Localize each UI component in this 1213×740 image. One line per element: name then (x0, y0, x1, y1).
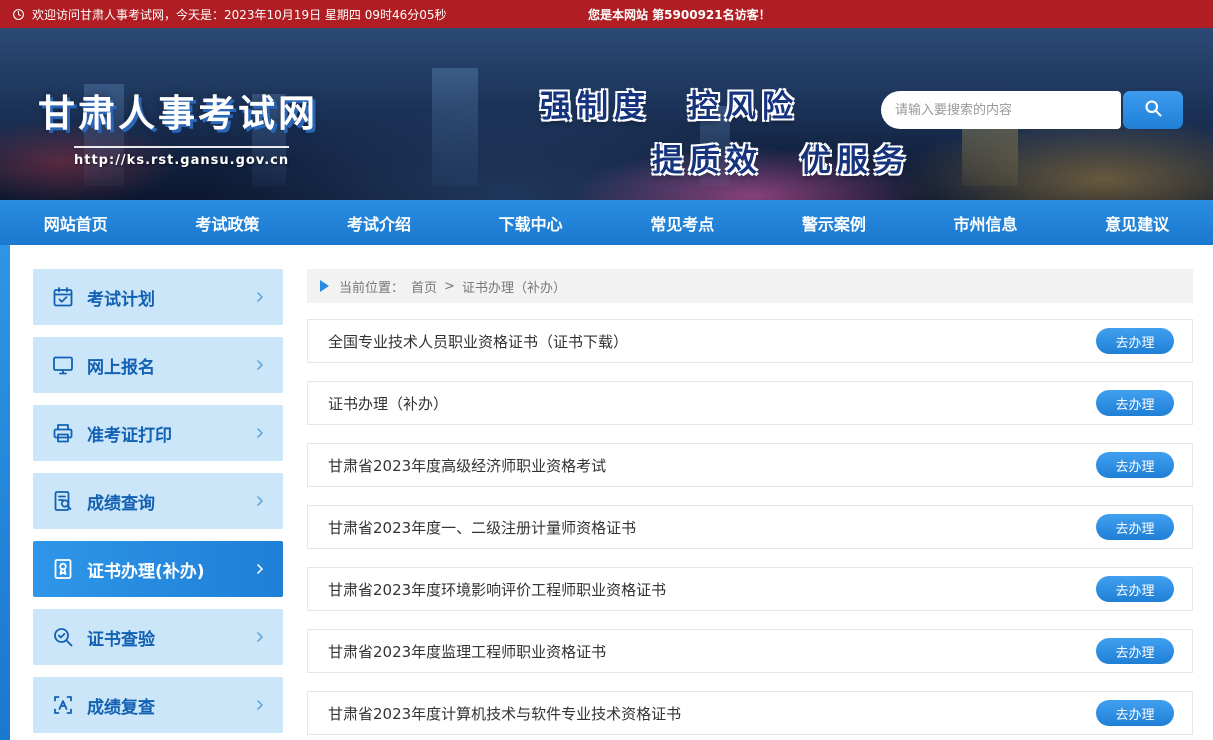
chevron-right-icon (253, 426, 267, 440)
go-handle-button[interactable]: 去办理 (1096, 452, 1174, 478)
breadcrumb-prefix: 当前位置： (339, 277, 404, 296)
list-item: 全国专业技术人员职业资格证书（证书下载）去办理 (307, 319, 1193, 363)
result-list: 全国专业技术人员职业资格证书（证书下载）去办理证书办理（补办）去办理甘肃省202… (307, 319, 1193, 735)
sidebar-item-label: 准考证打印 (87, 421, 253, 446)
go-handle-button[interactable]: 去办理 (1096, 700, 1174, 726)
sidebar-item-label: 证书查验 (87, 625, 253, 650)
list-item: 甘肃省2023年度计算机技术与软件专业技术资格证书去办理 (307, 691, 1193, 735)
nav-item-5[interactable]: 警示案例 (758, 200, 910, 245)
calendar-check-icon (51, 285, 75, 309)
slogan-line-1: 强制度 控风险 (540, 81, 911, 126)
item-title: 甘肃省2023年度监理工程师职业资格证书 (328, 641, 1096, 662)
nav-item-1[interactable]: 考试政策 (152, 200, 304, 245)
document-search-icon (51, 489, 75, 513)
item-title: 证书办理（补办） (328, 393, 1096, 414)
nav-item-7[interactable]: 意见建议 (1061, 200, 1213, 245)
sidebar-item-label: 成绩查询 (87, 489, 253, 514)
search-button[interactable] (1123, 91, 1183, 129)
chevron-right-icon (253, 630, 267, 644)
sidebar-item-1[interactable]: 网上报名 (33, 337, 283, 393)
go-handle-button[interactable]: 去办理 (1096, 328, 1174, 354)
item-title: 甘肃省2023年度高级经济师职业资格考试 (328, 455, 1096, 476)
clock-icon (12, 8, 25, 21)
banner: 甘肃人事考试网 http://ks.rst.gansu.gov.cn 强制度 控… (0, 28, 1213, 200)
sidebar-item-label: 考试计划 (87, 285, 253, 310)
item-title: 甘肃省2023年度环境影响评价工程师职业资格证书 (328, 579, 1096, 600)
site-brand: 甘肃人事考试网 http://ks.rst.gansu.gov.cn (38, 83, 318, 168)
go-handle-button[interactable]: 去办理 (1096, 390, 1174, 416)
sidebar-item-2[interactable]: 准考证打印 (33, 405, 283, 461)
site-url: http://ks.rst.gansu.gov.cn (74, 146, 289, 168)
chevron-right-icon (253, 358, 267, 372)
list-item: 甘肃省2023年度高级经济师职业资格考试去办理 (307, 443, 1193, 487)
left-accent-strip (0, 245, 10, 740)
item-title: 甘肃省2023年度计算机技术与软件专业技术资格证书 (328, 703, 1096, 724)
banner-slogan: 强制度 控风险 提质效 优服务 (540, 81, 911, 180)
sidebar-item-label: 网上报名 (87, 353, 253, 378)
chevron-right-icon (253, 698, 267, 712)
printer-icon (51, 421, 75, 445)
nav-item-0[interactable]: 网站首页 (0, 200, 152, 245)
sidebar: 考试计划网上报名准考证打印成绩查询证书办理(补办) 证书查验成绩复查 (33, 269, 283, 733)
sidebar-item-5[interactable]: 证书查验 (33, 609, 283, 665)
breadcrumb-arrow-icon (320, 280, 329, 292)
nav-item-4[interactable]: 常见考点 (607, 200, 759, 245)
item-title: 全国专业技术人员职业资格证书（证书下载） (328, 331, 1096, 352)
search-input[interactable] (881, 91, 1121, 129)
list-item: 证书办理（补办）去办理 (307, 381, 1193, 425)
nav-item-6[interactable]: 市州信息 (910, 200, 1062, 245)
nav-item-3[interactable]: 下载中心 (455, 200, 607, 245)
list-item: 甘肃省2023年度监理工程师职业资格证书去办理 (307, 629, 1193, 673)
breadcrumb-home-link[interactable]: 首页 (411, 277, 437, 296)
content: 考试计划网上报名准考证打印成绩查询证书办理(补办) 证书查验成绩复查 当前位置： … (0, 245, 1213, 740)
sidebar-item-label: 成绩复查 (87, 693, 253, 718)
chevron-right-icon (253, 290, 267, 304)
breadcrumb-current: 证书办理（补办） (462, 277, 566, 296)
slogan-line-2: 提质效 优服务 (652, 135, 911, 180)
site-title: 甘肃人事考试网 (38, 83, 318, 137)
monitor-icon (51, 353, 75, 377)
chevron-right-icon (253, 494, 267, 508)
main-nav: 网站首页考试政策考试介绍下载中心常见考点警示案例市州信息意见建议 (0, 200, 1213, 245)
search-bar (881, 91, 1183, 129)
certificate-icon (51, 557, 75, 581)
go-handle-button[interactable]: 去办理 (1096, 576, 1174, 602)
item-title: 甘肃省2023年度一、二级注册计量师资格证书 (328, 517, 1096, 538)
nav-item-2[interactable]: 考试介绍 (303, 200, 455, 245)
visitor-count: 您是本网站 第5900921名访客！ (588, 0, 771, 28)
search-icon (1143, 98, 1164, 122)
sidebar-item-0[interactable]: 考试计划 (33, 269, 283, 325)
recheck-icon (51, 693, 75, 717)
verify-search-icon (51, 625, 75, 649)
sidebar-item-4[interactable]: 证书办理(补办) (33, 541, 283, 597)
go-handle-button[interactable]: 去办理 (1096, 514, 1174, 540)
topbar: 欢迎访问甘肃人事考试网，今天是：2023年10月19日 星期四 09时46分05… (0, 0, 1213, 28)
list-item: 甘肃省2023年度一、二级注册计量师资格证书去办理 (307, 505, 1193, 549)
breadcrumb-separator: > (444, 279, 455, 294)
welcome-text: 欢迎访问甘肃人事考试网，今天是：2023年10月19日 星期四 09时46分05… (32, 6, 447, 23)
main-panel: 当前位置： 首页 > 证书办理（补办） 全国专业技术人员职业资格证书（证书下载）… (307, 269, 1193, 735)
sidebar-item-label: 证书办理(补办) (87, 557, 253, 582)
sidebar-item-3[interactable]: 成绩查询 (33, 473, 283, 529)
chevron-right-icon (253, 562, 267, 576)
sidebar-item-6[interactable]: 成绩复查 (33, 677, 283, 733)
list-item: 甘肃省2023年度环境影响评价工程师职业资格证书去办理 (307, 567, 1193, 611)
breadcrumb: 当前位置： 首页 > 证书办理（补办） (307, 269, 1193, 303)
go-handle-button[interactable]: 去办理 (1096, 638, 1174, 664)
page: 欢迎访问甘肃人事考试网，今天是：2023年10月19日 星期四 09时46分05… (0, 0, 1213, 740)
